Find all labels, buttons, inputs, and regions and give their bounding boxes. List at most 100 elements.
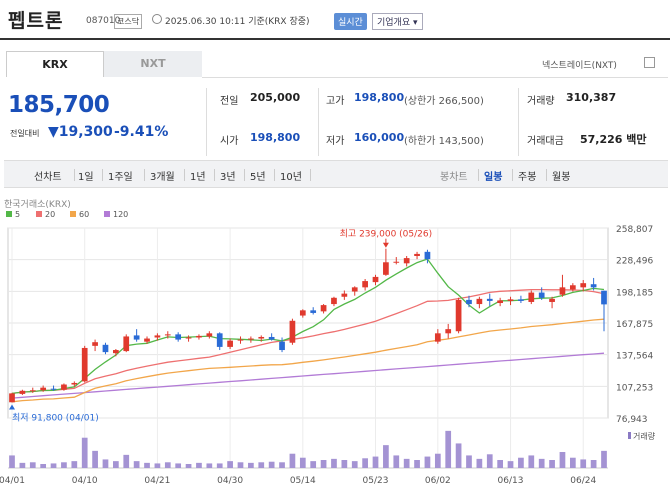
volume-bar (362, 458, 368, 468)
candle-body (351, 287, 358, 292)
candle-body (476, 298, 483, 305)
ma120-line (11, 352, 605, 399)
quote-divider (206, 88, 207, 156)
toolbar-divider (184, 169, 185, 181)
company-overview-dropdown[interactable]: 기업개요 ▾ (372, 13, 423, 30)
candle-monthly[interactable]: 월봉 (552, 168, 570, 183)
price-change: ▼19,300 (48, 124, 113, 140)
header-divider (0, 38, 670, 40)
candle-body (154, 335, 161, 338)
volume-bar (206, 463, 213, 468)
candle-body (61, 384, 67, 390)
toolbar-divider (546, 169, 547, 181)
price-chart: 258,807 228,496 198,185 167,875 137,564 107,2… (0, 199, 656, 486)
tab-krx[interactable]: KRX (6, 51, 104, 77)
candle-body (50, 388, 57, 390)
amount-label: 거래대금 (527, 136, 564, 147)
prev-close-value: 205,000 (250, 91, 301, 104)
low-label: 저가 (326, 136, 345, 147)
x-tick-label: 04/10 (72, 476, 98, 486)
quote-divider (518, 88, 519, 156)
volume-bar (185, 464, 192, 468)
volume-bar (538, 458, 545, 468)
toolbar-divider (244, 169, 245, 181)
candle-weekly[interactable]: 주봉 (518, 168, 536, 183)
line-chart-button[interactable]: 선차트 (34, 168, 62, 183)
low-annotation: 최저 91,800 (04/01) (12, 412, 99, 423)
stock-header: 펩트론 087010 코스닥 2025.06.30 10:11 기준(KRX 장… (0, 0, 670, 36)
volume-bar (445, 430, 452, 468)
candle-body (299, 310, 306, 316)
candle-daily[interactable]: 일봉 (484, 168, 502, 183)
candle-chart-button[interactable]: 봉차트 (440, 168, 468, 183)
period-5y[interactable]: 5년 (250, 168, 266, 183)
stock-name: 펩트론 (8, 10, 64, 32)
candle-body (196, 335, 202, 338)
candle-body (362, 281, 368, 288)
candle-body (29, 390, 36, 392)
candle-body (216, 333, 223, 347)
volume-bar (383, 445, 389, 468)
y-tick-label: 107,253 (616, 383, 653, 393)
x-tick-label: 04/21 (144, 476, 170, 486)
candle-body (237, 339, 244, 341)
candle-body (486, 298, 493, 301)
chart-toolbar: 선차트 1일 1주일 3개월 1년 3년 5년 10년 봉차트 일봉 주봉 월봉 (4, 160, 668, 188)
candle-body (113, 350, 119, 354)
y-tick-label: 137,564 (616, 352, 653, 362)
y-tick-label: 76,943 (616, 415, 648, 425)
volume-bar (372, 456, 379, 468)
volume-bar (580, 459, 587, 468)
quote-divider (318, 88, 319, 156)
volume-bar (393, 455, 400, 468)
volume-bar (403, 458, 410, 468)
realtime-button[interactable]: 실시간 (334, 13, 367, 30)
candle-body (372, 276, 379, 283)
period-10y[interactable]: 10년 (280, 168, 302, 183)
volume-bar (175, 463, 182, 468)
candle-body (320, 305, 327, 312)
y-tick-label: 228,496 (616, 257, 653, 267)
legend-swatch (70, 211, 76, 217)
x-tick-label: 06/02 (425, 476, 451, 486)
candle-body (434, 333, 441, 342)
timestamp: 2025.06.30 10:11 기준(KRX 장중) (165, 17, 310, 27)
market-badge: 코스닥 (114, 14, 143, 29)
amount-value: 57,226 백만 (580, 133, 647, 146)
period-3m[interactable]: 3개월 (150, 168, 175, 183)
period-3y[interactable]: 3년 (220, 168, 236, 183)
prev-close-label: 전일 (220, 96, 239, 107)
volume-label: 거래량 (633, 431, 656, 441)
volume-bar (569, 457, 576, 468)
clock-icon (152, 14, 162, 24)
candle-body (538, 292, 545, 298)
candle-body (569, 285, 576, 290)
volume-bar (528, 455, 535, 468)
volume-bar (486, 454, 493, 468)
candle-body (248, 338, 254, 340)
legend-label: 120 (113, 210, 128, 219)
nextrade-popup-icon[interactable] (644, 57, 655, 68)
candle-body (549, 298, 555, 302)
high-label: 고가 (326, 96, 345, 107)
volume-bar (299, 457, 306, 468)
legend-label: 60 (79, 210, 89, 219)
toolbar-divider (144, 169, 145, 181)
volume-legend-swatch (628, 432, 631, 439)
period-1d[interactable]: 1일 (78, 168, 94, 183)
volume-bar (268, 461, 275, 468)
candle-body (497, 300, 503, 304)
tab-nxt[interactable]: NXT (104, 51, 202, 77)
period-1w[interactable]: 1주일 (108, 168, 133, 183)
nextrade-link[interactable]: 넥스트레이드(NXT) (542, 58, 617, 71)
legend-label: 20 (45, 210, 55, 219)
candle-body (268, 336, 275, 340)
volume-bar (144, 462, 150, 468)
candle-body (393, 261, 400, 263)
candle-body (9, 393, 15, 403)
upper-limit: (상한가 266,500) (404, 96, 484, 107)
period-1y[interactable]: 1년 (190, 168, 206, 183)
open-label: 시가 (220, 136, 239, 147)
volume-bar (196, 462, 202, 468)
volume-bar (102, 459, 109, 468)
